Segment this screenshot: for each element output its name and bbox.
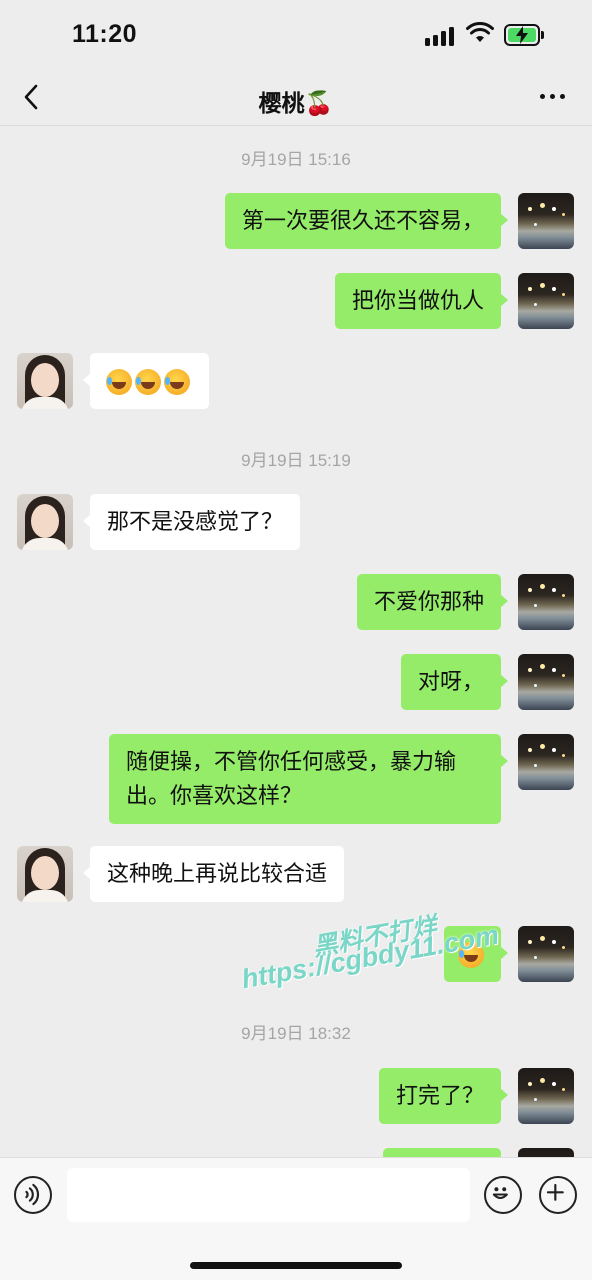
my-avatar[interactable]: [518, 193, 574, 249]
more-icon[interactable]: [538, 88, 568, 108]
status-time: 11:20: [72, 20, 138, 48]
tears-of-joy-emoji-icon: [106, 369, 132, 396]
voice-icon[interactable]: [14, 1176, 52, 1214]
message-bubble-mine-partial[interactable]: [383, 1148, 501, 1157]
my-avatar[interactable]: [518, 1148, 574, 1157]
my-avatar[interactable]: [518, 273, 574, 329]
message-bubble-other[interactable]: 那不是没感觉了？: [82, 494, 301, 550]
my-avatar[interactable]: [518, 1068, 574, 1124]
wifi-icon: [466, 22, 494, 42]
message-bubble-other[interactable]: [83, 353, 209, 409]
home-indicator[interactable]: [190, 1262, 402, 1269]
input-bar: [0, 1157, 592, 1280]
timestamp: 9月19日 15:16: [241, 150, 351, 169]
my-avatar[interactable]: [518, 574, 574, 630]
chat-title: 樱桃🍒: [258, 90, 334, 116]
status-bar: 11:20: [0, 0, 592, 70]
my-avatar[interactable]: [518, 734, 574, 790]
plus-icon[interactable]: [539, 1176, 577, 1214]
contact-avatar[interactable]: [17, 494, 73, 550]
message-bubble-mine[interactable]: 不爱你那种: [356, 574, 509, 630]
my-avatar[interactable]: [518, 654, 574, 710]
timestamp: 9月19日 15:19: [241, 451, 351, 470]
chat-header: 樱桃🍒: [0, 70, 592, 126]
contact-avatar[interactable]: [17, 353, 73, 409]
cellular-signal-icon: [425, 26, 455, 46]
contact-avatar[interactable]: [17, 846, 73, 902]
message-input[interactable]: [67, 1168, 470, 1222]
my-avatar[interactable]: [518, 926, 574, 982]
tears-of-joy-emoji-icon: [135, 369, 161, 396]
message-bubble-mine[interactable]: 打完了？: [378, 1068, 509, 1124]
message-bubble-mine[interactable]: 把你当做仇人: [334, 273, 509, 329]
timestamp: 9月19日 18:32: [241, 1024, 351, 1043]
message-list[interactable]: 9月19日 15:16 第一次要很久还不容易， 把你当做仇人 9月19日 15:…: [0, 127, 592, 1157]
message-bubble-mine[interactable]: 随便操，不管你任何感受，暴力输出。你喜欢这样？: [109, 734, 508, 824]
tears-of-joy-emoji-icon: [164, 369, 190, 396]
message-bubble-mine[interactable]: 第一次要很久还不容易，: [224, 193, 509, 249]
message-bubble-other[interactable]: 这种晚上再说比较合适: [82, 846, 345, 902]
message-bubble-mine[interactable]: 对呀，: [400, 654, 509, 710]
emoji-icon[interactable]: [484, 1176, 522, 1214]
battery-charging-icon: [504, 24, 546, 46]
